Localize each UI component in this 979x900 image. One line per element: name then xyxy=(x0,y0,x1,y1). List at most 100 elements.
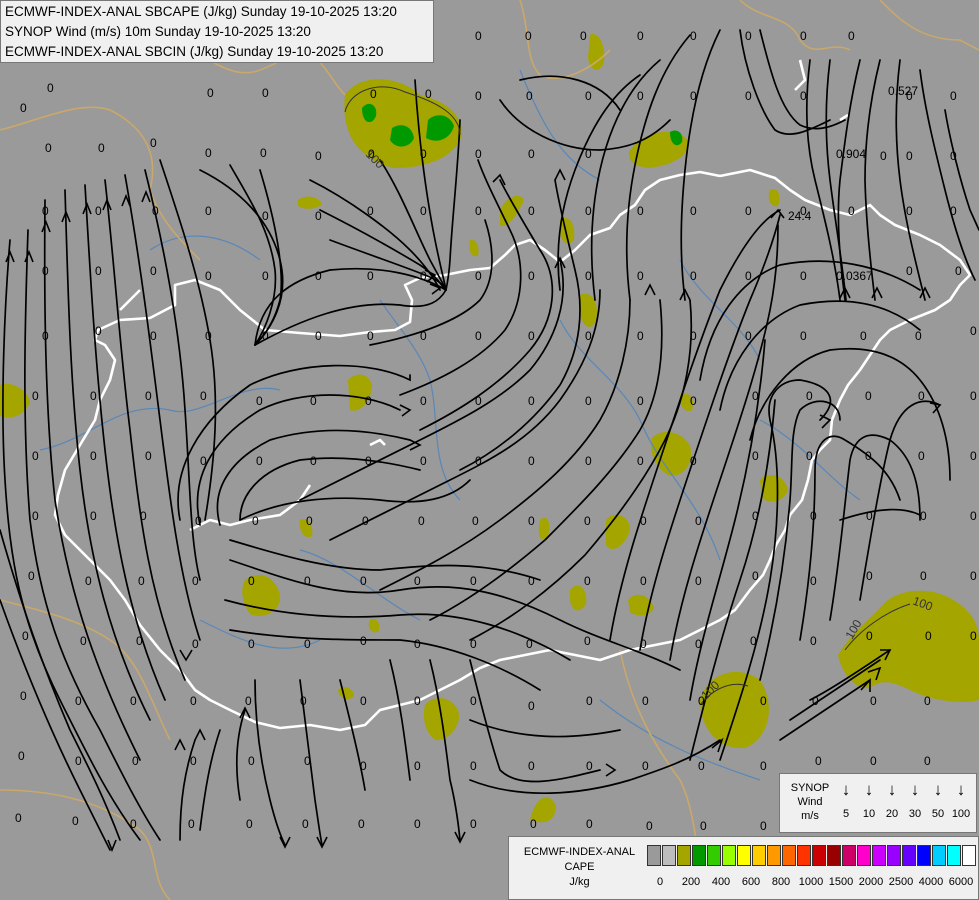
cin-value-label: 0 xyxy=(20,689,27,703)
cin-value-label: 0 xyxy=(637,204,644,218)
cin-value-label: 0 xyxy=(420,147,427,161)
cin-value-label: 0 xyxy=(745,204,752,218)
cin-value-label: 0 xyxy=(745,269,752,283)
wind-arrow-icon: ↓ xyxy=(864,780,874,799)
cin-value-label: 0 xyxy=(414,759,421,773)
cin-value-label: 0 xyxy=(248,574,255,588)
cin-value-label: 0 xyxy=(470,817,477,831)
cin-value-label: 0 xyxy=(95,324,102,338)
cin-value-label: 0 xyxy=(248,637,255,651)
cin-value-label: 0 xyxy=(425,87,432,101)
cin-value-label: 0 xyxy=(475,204,482,218)
cin-value-label: 0 xyxy=(475,394,482,408)
cin-value-label: 0 xyxy=(75,754,82,768)
cin-value-label: 0 xyxy=(880,149,887,163)
cin-value-label: 0 xyxy=(195,514,202,528)
cin-value-label: 0 xyxy=(365,394,372,408)
cin-value-label: 0 xyxy=(924,694,931,708)
cape-color-swatch xyxy=(647,845,661,866)
cin-value-label: 0 xyxy=(310,394,317,408)
cape-tick-label: 2500 xyxy=(888,876,914,888)
cape-color-swatch xyxy=(842,845,856,866)
cape-color-swatch xyxy=(782,845,796,866)
cin-value-label: 0 xyxy=(950,204,957,218)
cin-value-label: 0 xyxy=(870,754,877,768)
cin-value-label: 0 xyxy=(90,449,97,463)
cin-value-label: 0 xyxy=(925,629,932,643)
cin-value-label: 0 xyxy=(302,817,309,831)
cin-value-label: 0 xyxy=(42,264,49,278)
cin-value-label: 0 xyxy=(690,29,697,43)
cin-value-label: 0 xyxy=(800,329,807,343)
cin-value-label: 0 xyxy=(315,329,322,343)
wind-legend: SYNOP Wind m/s ↓ 5 ↓ 10 ↓ 20 ↓ 30 ↓ 50 ↓ 100 xyxy=(779,773,977,833)
cin-value-label: 0 xyxy=(640,574,647,588)
cape-color-swatch xyxy=(722,845,736,866)
cin-value-label: 0 xyxy=(690,394,697,408)
cin-value-label: 0 xyxy=(22,629,29,643)
cape-legend-title: ECMWF-INDEX-ANAL CAPE J/kg xyxy=(523,846,636,888)
cape-color-swatch xyxy=(917,845,931,866)
cin-value-label: 0 xyxy=(585,89,592,103)
value-0-904: 0.904 xyxy=(836,147,866,161)
cape-color-swatch xyxy=(767,845,781,866)
cape-tick-label: 6000 xyxy=(948,876,974,888)
cape-color-swatch xyxy=(827,845,841,866)
cin-value-label: 0 xyxy=(870,694,877,708)
cape-tick-label: 1000 xyxy=(798,876,824,888)
cin-value-label: 0 xyxy=(800,29,807,43)
cin-value-label: 0 xyxy=(760,819,767,833)
wind-legend-title: SYNOP Wind m/s xyxy=(790,782,830,822)
cin-value-label: 0 xyxy=(584,574,591,588)
cape-tick-label: 200 xyxy=(681,876,701,888)
cin-value-label: 0 xyxy=(646,819,653,833)
cape-color-swatch xyxy=(887,845,901,866)
cin-value-label: 0 xyxy=(45,141,52,155)
cin-value-label: 0 xyxy=(414,574,421,588)
cin-value-label: 0 xyxy=(528,269,535,283)
cin-value-label: 0 xyxy=(528,759,535,773)
cin-value-label: 0 xyxy=(866,629,873,643)
cin-value-label: 0 xyxy=(205,269,212,283)
value-0-0367: 0.0367 xyxy=(836,269,873,283)
cin-value-label: 0 xyxy=(806,449,813,463)
cin-value-label: 0 xyxy=(414,817,421,831)
cape-tick-label: 600 xyxy=(741,876,761,888)
cin-value-label: 0 xyxy=(190,694,197,708)
cin-value-label: 0 xyxy=(475,89,482,103)
cin-value-label: 0 xyxy=(152,204,159,218)
cin-value-label: 0 xyxy=(360,574,367,588)
cin-value-label: 0 xyxy=(130,817,137,831)
cin-value-label: 0 xyxy=(906,264,913,278)
cin-value-label: 0 xyxy=(95,264,102,278)
header-line-wind: SYNOP Wind (m/s) 10m Sunday 19-10-2025 1… xyxy=(5,24,311,39)
cin-value-label: 0 xyxy=(248,754,255,768)
cin-value-label: 0 xyxy=(475,29,482,43)
cape-color-swatch xyxy=(692,845,706,866)
cin-value-label: 0 xyxy=(585,204,592,218)
cin-value-label: 0 xyxy=(690,329,697,343)
cin-value-label: 0 xyxy=(585,147,592,161)
cin-value-label: 0 xyxy=(420,329,427,343)
cin-value-label: 0 xyxy=(584,634,591,648)
cape-tick-label: 800 xyxy=(771,876,791,888)
cape-color-swatch xyxy=(962,845,976,866)
cin-value-label: 0 xyxy=(750,634,757,648)
cin-value-label: 0 xyxy=(32,449,39,463)
cin-value-label: 0 xyxy=(20,101,27,115)
map-header: ECMWF-INDEX-ANAL SBCAPE (J/kg) Sunday 19… xyxy=(0,0,434,63)
cin-value-label: 0 xyxy=(28,569,35,583)
cin-value-label: 0 xyxy=(920,509,927,523)
cin-value-label: 0 xyxy=(42,204,49,218)
cin-value-label: 0 xyxy=(256,394,263,408)
cin-value-label: 0 xyxy=(585,269,592,283)
cape-color-swatch xyxy=(902,845,916,866)
cape-color-swatch xyxy=(737,845,751,866)
cin-value-label: 0 xyxy=(200,454,207,468)
cin-value-label: 0 xyxy=(367,269,374,283)
cape-color-swatch xyxy=(857,845,871,866)
cape-tick-label: 4000 xyxy=(918,876,944,888)
cin-value-label: 0 xyxy=(950,149,957,163)
cin-value-label: 0 xyxy=(188,817,195,831)
cin-value-label: 0 xyxy=(526,637,533,651)
